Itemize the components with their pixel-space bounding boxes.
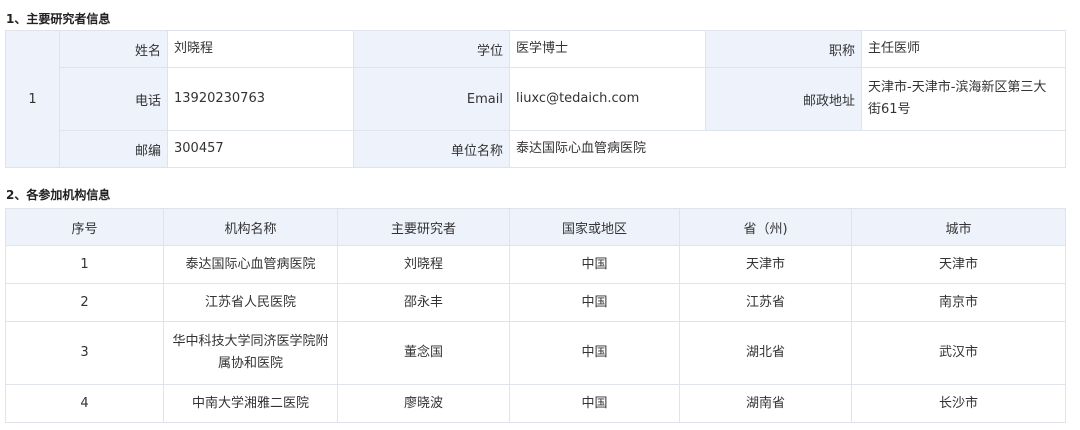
name-label: 姓名 <box>59 30 168 68</box>
cell-city: 南京市 <box>851 283 1066 322</box>
job-title-value: 主任医师 <box>861 30 1066 68</box>
email-value: liuxc@tedaich.com <box>509 67 706 131</box>
name-value: 刘晓程 <box>167 30 354 68</box>
phone-value: 13920230763 <box>167 67 354 131</box>
cell-institution: 江苏省人民医院 <box>163 283 338 322</box>
zip-label: 邮编 <box>59 130 168 168</box>
cell-index: 3 <box>5 321 164 385</box>
org-value: 泰达国际心血管病医院 <box>509 130 1066 168</box>
pi-index: 1 <box>5 30 60 168</box>
cell-city: 天津市 <box>851 245 1066 284</box>
table-row: 4 中南大学湘雅二医院 廖晓波 中国 湖南省 长沙市 <box>5 384 1066 423</box>
cell-index: 4 <box>5 384 164 423</box>
column-header-city: 城市 <box>851 208 1066 246</box>
cell-investigator: 董念国 <box>337 321 510 385</box>
cell-province: 江苏省 <box>679 283 852 322</box>
column-header-country: 国家或地区 <box>509 208 680 246</box>
cell-province: 湖北省 <box>679 321 852 385</box>
cell-institution: 华中科技大学同济医学院附属协和医院 <box>163 321 338 385</box>
section-title-principal-investigator: 1、主要研究者信息 <box>6 12 111 26</box>
zip-value: 300457 <box>167 130 354 168</box>
job-title-label: 职称 <box>705 30 862 68</box>
cell-institution: 中南大学湘雅二医院 <box>163 384 338 423</box>
cell-investigator: 廖晓波 <box>337 384 510 423</box>
cell-index: 1 <box>5 245 164 284</box>
org-label: 单位名称 <box>353 130 510 168</box>
cell-country: 中国 <box>509 283 680 322</box>
cell-city: 武汉市 <box>851 321 1066 385</box>
table-header-row: 序号 机构名称 主要研究者 国家或地区 省（州) 城市 <box>5 208 1066 246</box>
table-row: 2 江苏省人民医院 邵永丰 中国 江苏省 南京市 <box>5 283 1066 322</box>
degree-value: 医学博士 <box>509 30 706 68</box>
cell-country: 中国 <box>509 384 680 423</box>
table-row: 邮编 300457 单位名称 泰达国际心血管病医院 <box>6 130 1066 168</box>
degree-label: 学位 <box>353 30 510 68</box>
cell-country: 中国 <box>509 321 680 385</box>
email-label: Email <box>353 67 510 131</box>
cell-index: 2 <box>5 283 164 322</box>
section-title-participating-institutions: 2、各参加机构信息 <box>6 188 111 202</box>
address-label: 邮政地址 <box>705 67 862 131</box>
table-row: 1 泰达国际心血管病医院 刘晓程 中国 天津市 天津市 <box>5 245 1066 284</box>
cell-investigator: 邵永丰 <box>337 283 510 322</box>
column-header-investigator: 主要研究者 <box>337 208 510 246</box>
column-header-institution: 机构名称 <box>163 208 338 246</box>
column-header-province: 省（州) <box>679 208 852 246</box>
column-header-index: 序号 <box>5 208 164 246</box>
cell-province: 湖南省 <box>679 384 852 423</box>
cell-country: 中国 <box>509 245 680 284</box>
institutions-table: 序号 机构名称 主要研究者 国家或地区 省（州) 城市 1 泰达国际心血管病医院… <box>5 208 1066 423</box>
table-row: 电话 13920230763 Email liuxc@tedaich.com 邮… <box>6 67 1066 131</box>
principal-investigator-table: 1 姓名 刘晓程 学位 医学博士 职称 主任医师 电话 13920230763 … <box>5 30 1066 168</box>
cell-city: 长沙市 <box>851 384 1066 423</box>
cell-investigator: 刘晓程 <box>337 245 510 284</box>
address-value: 天津市-天津市-滨海新区第三大街61号 <box>861 67 1066 131</box>
table-row: 3 华中科技大学同济医学院附属协和医院 董念国 中国 湖北省 武汉市 <box>5 321 1066 385</box>
cell-province: 天津市 <box>679 245 852 284</box>
table-row: 1 姓名 刘晓程 学位 医学博士 职称 主任医师 <box>5 30 1066 168</box>
phone-label: 电话 <box>59 67 168 131</box>
cell-institution: 泰达国际心血管病医院 <box>163 245 338 284</box>
